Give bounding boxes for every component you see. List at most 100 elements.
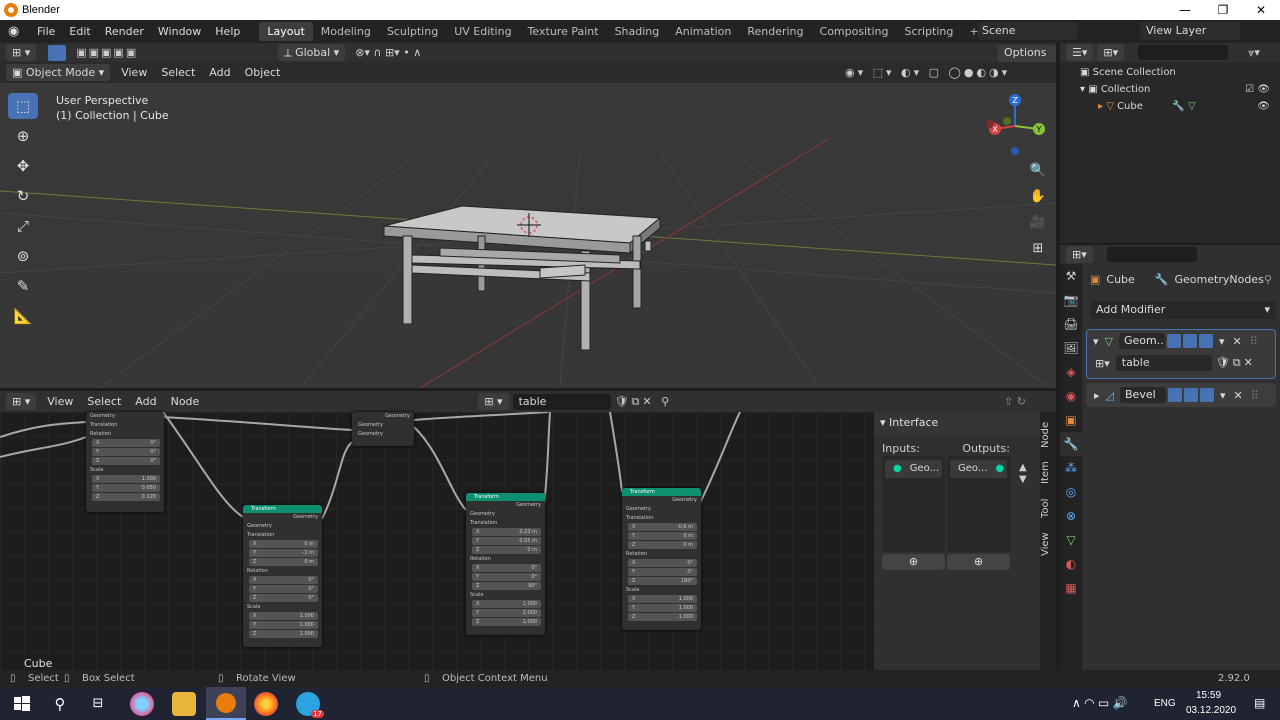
left-node-rot-y[interactable]: Y 0° (92, 448, 160, 456)
output-tab-icon[interactable]: 🖨 (1060, 312, 1082, 336)
camera-icon[interactable]: 🎥 (1027, 211, 1049, 233)
bevel-edit-mode-toggle-icon[interactable] (1168, 388, 1182, 402)
viewport-toggle-icon[interactable] (1183, 334, 1197, 348)
bevel-menu-icon[interactable]: ▾ (1220, 389, 1226, 402)
transform-node-3[interactable]: Transform Geometry Geometry Translation … (622, 488, 701, 630)
transform-node-2-rz[interactable]: Z 90° (472, 582, 541, 590)
add-output-button[interactable]: ⊕ (947, 554, 1010, 570)
outliner-editor-type[interactable]: ☰▾ (1066, 44, 1094, 61)
tab-shading[interactable]: Shading (607, 22, 668, 41)
expand-chevron-icon[interactable]: ▸ (1094, 389, 1100, 402)
navigation-gizmo[interactable]: Z Y X (980, 91, 1050, 161)
tab-tool[interactable]: Tool (1040, 496, 1056, 520)
cursor-tool-icon[interactable]: ⊕ (8, 123, 38, 149)
outliner-search-input[interactable] (1138, 45, 1229, 60)
tab-modeling[interactable]: Modeling (313, 22, 379, 41)
tab-layout[interactable]: Layout (259, 22, 313, 41)
cube-visibility-icon[interactable]: 👁 (1257, 98, 1270, 115)
ne-menu-node[interactable]: Node (164, 391, 207, 413)
transform-node-2-ty[interactable]: Y 0.05 m (472, 537, 541, 545)
constraints-tab-icon[interactable]: ⊗ (1060, 504, 1082, 528)
vp-menu-view[interactable]: View (114, 61, 154, 84)
ne-menu-view[interactable]: View (40, 391, 80, 413)
transform-node-1-sy[interactable]: Y 1.000 (249, 621, 318, 629)
select-mode-icon[interactable] (48, 44, 67, 61)
render-tab-icon[interactable]: 📷 (1060, 288, 1082, 312)
edit-mode-toggle-icon[interactable] (1167, 334, 1181, 348)
node-group-name-field[interactable]: table (1115, 355, 1212, 371)
node-tree-name-field[interactable]: table (512, 393, 611, 410)
file-explorer-icon[interactable] (172, 692, 196, 716)
search-icon[interactable]: ⚲ (48, 692, 72, 716)
outliner-display-mode[interactable]: ⊞▾ (1097, 44, 1125, 61)
tab-sculpting[interactable]: Sculpting (379, 22, 446, 41)
tab-uv-editing[interactable]: UV Editing (446, 22, 519, 41)
transform-node-1-title[interactable]: Transform (243, 505, 322, 513)
transform-node-2-sx[interactable]: X 1.000 (472, 600, 541, 608)
transform-node-3-tx[interactable]: X -0.6 m (628, 523, 697, 531)
task-view-icon[interactable]: ⊟ (86, 692, 110, 716)
outliner-collection[interactable]: ▾ ▣ Collection ☑ 👁 (1060, 81, 1280, 98)
language-indicator[interactable]: ENG (1154, 698, 1176, 709)
modifier-menu-icon[interactable]: ▾ (1219, 335, 1225, 348)
annotate-tool-icon[interactable]: ✎ (8, 273, 38, 299)
pan-hand-icon[interactable]: ✋ (1027, 185, 1049, 207)
ne-menu-add[interactable]: Add (128, 391, 163, 413)
bevel-render-toggle-icon[interactable] (1200, 388, 1214, 402)
ne-menu-select[interactable]: Select (80, 391, 128, 413)
viewport-overlay-icons[interactable]: ◉▾ ⬚▾ ◐▾ ▢ ◯●◐◑▾ (845, 66, 1010, 79)
inputs-list[interactable]: ● Geo... (882, 456, 945, 552)
menu-window[interactable]: Window (151, 20, 208, 43)
blender-taskbar-button[interactable] (206, 687, 246, 720)
notification-center-icon[interactable]: ▤ (1254, 696, 1265, 710)
ne-editor-type-dropdown[interactable]: ⊞ ▾ (6, 393, 37, 410)
minimize-button[interactable]: — (1166, 0, 1204, 20)
properties-search-input[interactable] (1106, 247, 1197, 262)
drag-handle-icon[interactable]: ⠿ (1250, 335, 1258, 348)
left-node-rot-z[interactable]: Z 0° (92, 457, 160, 465)
tab-texture-paint[interactable]: Texture Paint (520, 22, 607, 41)
menu-render[interactable]: Render (98, 20, 151, 43)
vp-menu-select[interactable]: Select (154, 61, 202, 84)
editor-type-dropdown[interactable]: ⊞ ▾ (6, 44, 37, 61)
node-group-controls[interactable]: 🛡⧉✕ (1216, 356, 1256, 370)
menu-edit[interactable]: Edit (62, 20, 97, 43)
tab-compositing[interactable]: Compositing (812, 22, 897, 41)
scene-selector[interactable]: Scene (978, 22, 1078, 40)
input-socket-item[interactable]: ● Geo... (885, 460, 942, 478)
left-node-scale-z[interactable]: Z 0.120 (92, 493, 160, 501)
node-tree-controls[interactable]: 🛡⧉✕ ⚲ (615, 395, 673, 409)
output-socket-item[interactable]: Geo... ● (950, 460, 1007, 478)
tool-tab-icon[interactable]: ⚒ (1060, 264, 1082, 288)
transform-node-2-title[interactable]: Transform (466, 493, 545, 501)
transform-node-3-ry[interactable]: Y 0° (628, 568, 697, 576)
tab-animation[interactable]: Animation (667, 22, 739, 41)
telegram-icon[interactable]: 17 (296, 692, 324, 718)
selection-mode-icons[interactable]: ▣▣▣▣▣ (76, 46, 138, 59)
vp-menu-add[interactable]: Add (202, 61, 237, 84)
transform-node-3-rx[interactable]: X 0° (628, 559, 697, 567)
windows-start-icon[interactable] (10, 692, 34, 716)
transform-node-3-title[interactable]: Transform (622, 488, 701, 496)
transform-node-1-sz[interactable]: Z 1.000 (249, 630, 318, 638)
close-button[interactable]: ✕ (1242, 0, 1280, 20)
tab-scripting[interactable]: Scripting (896, 22, 961, 41)
transform-node-2-sy[interactable]: Y 2.000 (472, 609, 541, 617)
interface-panel-header[interactable]: ▾ Interface (874, 412, 1040, 434)
collapse-chevron-icon[interactable]: ▾ (1093, 335, 1099, 348)
object-tab-icon[interactable]: ▣ (1060, 408, 1082, 432)
node-tree-icon[interactable]: ⊞▾ (1095, 357, 1110, 370)
left-node-scale-y[interactable]: Y 0.050 (92, 484, 160, 492)
geometry-nodes-modifier-name[interactable]: Geom... (1119, 333, 1165, 349)
transform-node-3-tz[interactable]: Z 0 m (628, 541, 697, 549)
particles-tab-icon[interactable]: ⁂ (1060, 456, 1082, 480)
rotate-tool-icon[interactable]: ↻ (8, 183, 38, 209)
transform-node-2-sz[interactable]: Z 1.000 (472, 618, 541, 626)
add-modifier-dropdown[interactable]: Add Modifier ▾ (1090, 301, 1276, 319)
collection-visibility-icon[interactable]: ☑ 👁 (1245, 81, 1270, 98)
zoom-icon[interactable]: 🔍 (1027, 159, 1049, 181)
firefox-icon[interactable] (254, 692, 278, 716)
3d-viewport[interactable]: ⊞ ▾ ▣▣▣▣▣ ⟂ Global ▾ ⊗▾ ∩ ⊞▾ • ∧ Options… (0, 43, 1056, 388)
add-input-button[interactable]: ⊕ (882, 554, 945, 570)
outliner-filter-icon[interactable]: ⩔▾ (1248, 46, 1260, 60)
